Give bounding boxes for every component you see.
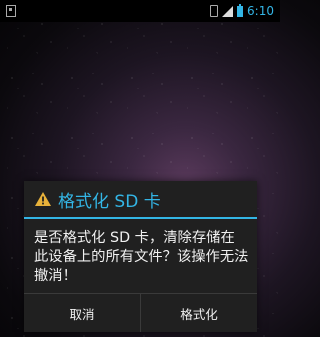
- status-left: [6, 5, 16, 17]
- dialog-button-row: 取消 格式化: [24, 293, 257, 332]
- dialog-message: 是否格式化 SD 卡，清除存储在此设备上的所有文件？该操作无法撤消！: [34, 230, 249, 284]
- cancel-button[interactable]: 取消: [24, 294, 140, 332]
- vibrate-icon: [210, 5, 219, 17]
- status-clock: 6:10: [247, 4, 274, 18]
- sd-card-icon: [6, 5, 16, 17]
- status-right: 6:10: [210, 3, 274, 18]
- dialog-title-bar: 格式化 SD 卡: [24, 181, 257, 217]
- battery-icon: [237, 3, 244, 17]
- dialog-title: 格式化 SD 卡: [58, 191, 161, 212]
- status-bar: 6:10: [0, 0, 280, 22]
- format-button[interactable]: 格式化: [140, 294, 257, 332]
- warning-icon: [35, 192, 51, 206]
- signal-icon: [222, 5, 234, 17]
- format-sd-dialog: 格式化 SD 卡 是否格式化 SD 卡，清除存储在此设备上的所有文件？该操作无法…: [24, 181, 257, 332]
